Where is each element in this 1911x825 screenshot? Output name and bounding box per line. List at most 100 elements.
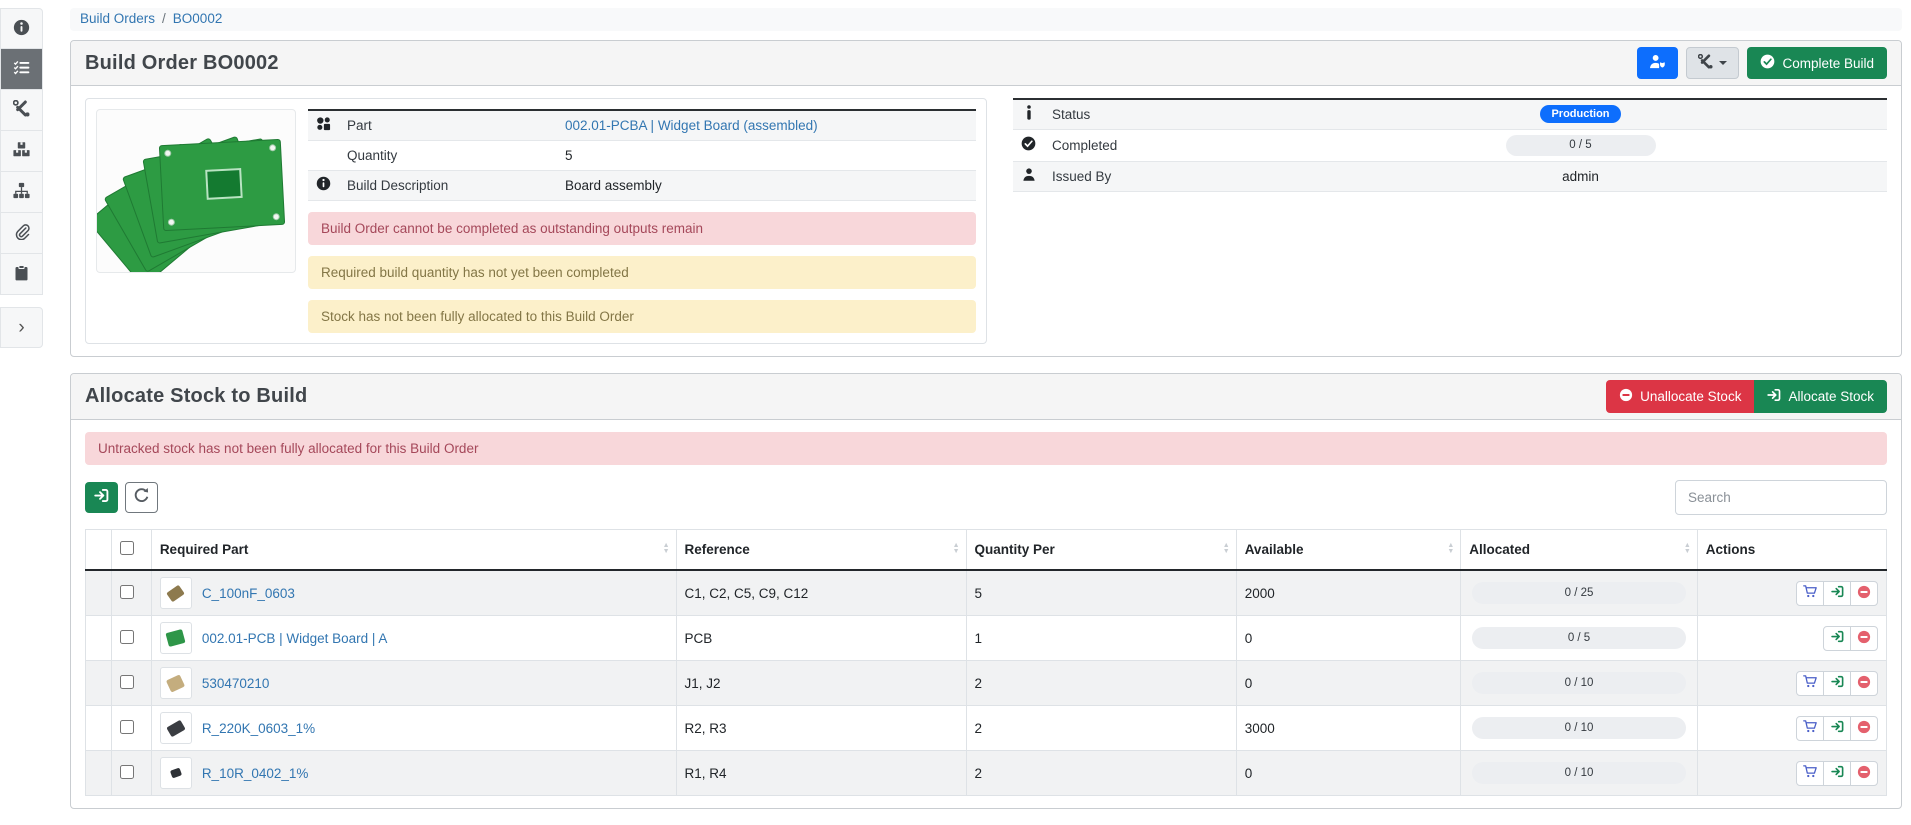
required-part-cell: C_100nF_0603 [151, 570, 676, 616]
allocated-cell: 0 / 25 [1461, 570, 1698, 616]
detail-row-part: Part 002.01-PCBA | Widget Board (assembl… [308, 110, 976, 140]
sidebar-item-attachments[interactable] [0, 213, 43, 254]
sidebar-item-details[interactable] [0, 8, 43, 49]
buy-parts-button[interactable] [1796, 761, 1824, 786]
required-part-cell: 002.01-PCB | Widget Board | A [151, 616, 676, 661]
table-toolbar [85, 480, 1887, 515]
part-link[interactable]: C_100nF_0603 [202, 586, 295, 601]
build-order-panel-header: Build Order BO0002 Com [71, 41, 1901, 86]
row-checkbox-cell [111, 706, 151, 751]
quantity-per-cell: 2 [966, 661, 1236, 706]
sidebar-item-notes[interactable] [0, 254, 43, 295]
breadcrumb-link-bo0002[interactable]: BO0002 [173, 11, 223, 26]
allocation-progress: 0 / 10 [1472, 762, 1686, 784]
sidebar-item-allocate[interactable] [0, 49, 43, 90]
allocate-row-button-icon [1831, 585, 1844, 601]
column-header-available[interactable]: Available▲▼ [1236, 529, 1461, 570]
allocate-row-button[interactable] [1823, 581, 1851, 606]
buy-parts-button-icon [1803, 585, 1817, 601]
build-order-panel-body: Part 002.01-PCBA | Widget Board (assembl… [71, 86, 1901, 356]
row-expand-cell[interactable] [86, 570, 112, 616]
sort-carets-icon: ▲▼ [663, 543, 670, 555]
part-thumbnail [160, 712, 192, 744]
detail-row-issued-by: Issued By admin [1013, 161, 1887, 191]
unallocate-row-button-icon [1857, 720, 1871, 737]
complete-build-button[interactable]: Complete Build [1747, 47, 1887, 79]
unallocate-row-button[interactable] [1850, 761, 1878, 786]
unallocate-row-button[interactable] [1850, 626, 1878, 651]
buy-parts-button[interactable] [1796, 671, 1824, 696]
row-checkbox[interactable] [120, 585, 134, 599]
row-expand-cell[interactable] [86, 616, 112, 661]
shapes-icon [308, 110, 339, 140]
unallocate-row-button[interactable] [1850, 581, 1878, 606]
sidebar-expand-button[interactable]: › [0, 307, 43, 348]
unallocate-row-button[interactable] [1850, 671, 1878, 696]
check-circle-icon [1760, 54, 1775, 72]
sort-carets-icon: ▲▼ [953, 543, 960, 555]
buy-parts-button[interactable] [1796, 716, 1824, 741]
refresh-icon [133, 487, 150, 507]
unallocate-stock-button[interactable]: Unallocate Stock [1606, 380, 1754, 413]
row-checkbox[interactable] [120, 675, 134, 689]
part-link[interactable]: 002.01-PCBA | Widget Board (assembled) [565, 118, 818, 133]
sidebar-item-tools[interactable] [0, 90, 43, 131]
allocation-button-group: Unallocate Stock Allocate Stock [1606, 380, 1887, 413]
unallocate-row-button[interactable] [1850, 716, 1878, 741]
required-part-cell: R_10R_0402_1% [151, 751, 676, 796]
caret-down-icon [1719, 61, 1727, 65]
available-cell: 0 [1236, 751, 1461, 796]
paperclip-icon [14, 224, 30, 243]
build-actions-dropdown[interactable] [1686, 47, 1739, 79]
part-thumbnail [160, 757, 192, 789]
row-checkbox-cell [111, 751, 151, 796]
available-cell: 2000 [1236, 570, 1461, 616]
reference-cell: R2, R3 [676, 706, 966, 751]
allocate-row-button[interactable] [1823, 626, 1851, 651]
check-circle-icon [1013, 129, 1044, 161]
allocate-row-button[interactable] [1823, 671, 1851, 696]
allocated-cell: 0 / 10 [1461, 661, 1698, 706]
refresh-button[interactable] [125, 482, 158, 513]
column-header-allocated[interactable]: Allocated▲▼ [1461, 529, 1698, 570]
breadcrumb-link-build-orders[interactable]: Build Orders [80, 11, 155, 26]
allocate-stock-button[interactable]: Allocate Stock [1754, 380, 1887, 413]
column-header-quantity-per[interactable]: Quantity Per▲▼ [966, 529, 1236, 570]
row-checkbox[interactable] [120, 720, 134, 734]
status-label: Status [1044, 99, 1274, 129]
row-expand-cell[interactable] [86, 661, 112, 706]
row-expand-cell[interactable] [86, 706, 112, 751]
column-header-required-part[interactable]: Required Part▲▼ [151, 529, 676, 570]
select-all-checkbox[interactable] [120, 541, 134, 555]
admin-button[interactable] [1637, 47, 1678, 79]
sidebar-item-hierarchy[interactable] [0, 172, 43, 213]
auto-allocate-button[interactable] [85, 482, 118, 513]
sort-carets-icon: ▲▼ [1223, 543, 1230, 555]
column-header-reference[interactable]: Reference▲▼ [676, 529, 966, 570]
part-link[interactable]: R_220K_0603_1% [202, 721, 315, 736]
table-row: C_100nF_0603C1, C2, C5, C9, C12520000 / … [86, 570, 1887, 616]
part-link[interactable]: 530470210 [202, 676, 270, 691]
part-link[interactable]: 002.01-PCB | Widget Board | A [202, 631, 388, 646]
part-thumbnail [160, 577, 192, 609]
main-content: Build Orders/BO0002 Build Order BO0002 [70, 8, 1902, 825]
breadcrumb: Build Orders/BO0002 [70, 8, 1902, 31]
search-input[interactable] [1675, 480, 1887, 515]
alert-stock-not-allocated: Stock has not been fully allocated to th… [308, 300, 976, 333]
row-checkbox[interactable] [120, 765, 134, 779]
detail-row-quantity: Quantity 5 [308, 140, 976, 170]
row-expand-cell[interactable] [86, 751, 112, 796]
tools-icon [1698, 54, 1713, 72]
reference-cell: J1, J2 [676, 661, 966, 706]
status-details: Status Production Completed 0 / 5 [1013, 98, 1887, 192]
part-thumbnail [160, 667, 192, 699]
row-checkbox[interactable] [120, 630, 134, 644]
quantity-per-cell: 2 [966, 706, 1236, 751]
page-title: Build Order BO0002 [85, 52, 279, 75]
allocate-row-button[interactable] [1823, 716, 1851, 741]
buy-parts-button[interactable] [1796, 581, 1824, 606]
sidebar-item-stock[interactable] [0, 131, 43, 172]
allocate-row-button[interactable] [1823, 761, 1851, 786]
allocation-progress: 0 / 5 [1472, 627, 1686, 649]
part-link[interactable]: R_10R_0402_1% [202, 766, 309, 781]
